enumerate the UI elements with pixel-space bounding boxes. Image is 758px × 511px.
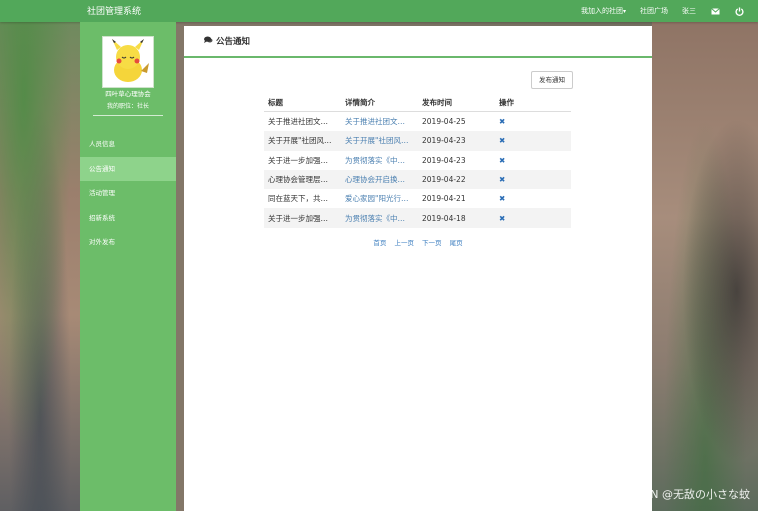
sidebar: 四叶草心理协会 我的职位：社长 人员信息 公告通知 活动管理 招新系统 对外发布 [80,22,176,511]
delete-icon[interactable]: ✖ [495,208,571,228]
delete-icon[interactable]: ✖ [495,131,571,151]
comments-icon [204,36,213,46]
notice-date: 2019-04-21 [422,194,466,204]
pager-first[interactable]: 首页 [373,239,386,247]
table-row: 关于进一步加强… 为贯彻落实《中… 2019-04-18 ✖ [264,208,571,228]
publish-notice-button[interactable]: 发布通知 [531,71,573,89]
notice-title: 关于进一步加强… [268,155,328,165]
pager-prev[interactable]: 上一页 [394,239,414,247]
top-nav: 我加入的社团▾ 社团广场 张三 [581,0,758,22]
background-right [652,22,758,511]
notice-date: 2019-04-25 [422,117,466,127]
notice-title: 关于推进社团文… [268,117,328,127]
main-panel: 公告通知 发布通知 标题 详情简介 发布时间 操作 关于推进社团文… 关于推进社… [184,26,652,511]
pager-next[interactable]: 下一页 [422,239,442,247]
watermark: CSDN @无敌の小さな蚊 [627,488,750,501]
sidebar-item-activities[interactable]: 活动管理 [80,181,176,206]
delete-icon[interactable]: ✖ [495,189,571,208]
notices-table: 标题 详情简介 发布时间 操作 关于推进社团文… 关于推进社团文… 2019-0… [264,93,571,228]
power-icon[interactable] [734,6,744,16]
column-header-title: 标题 [264,93,341,112]
notice-intro-link[interactable]: 关于开展"社团风… [341,131,418,151]
my-clubs-label: 我加入的社团 [580,7,623,15]
sidebar-menu: 人员信息 公告通知 活动管理 招新系统 对外发布 [80,132,176,255]
notice-intro-link[interactable]: 心理协会开启换… [341,169,418,190]
brand-title[interactable]: 社团管理系统 [87,4,141,17]
caret-down-icon: ▾ [622,8,626,15]
notice-title: 关于进一步加强… [264,208,341,228]
pagination: 首页 上一页 下一页 尾页 [184,237,652,247]
column-header-date: 发布时间 [418,93,495,112]
divider [93,115,163,116]
notice-title: 心理协会管理层… [264,169,341,190]
column-header-intro: 详情简介 [341,93,418,112]
notice-intro-link[interactable]: 爱心家园"阳光行… [341,189,418,208]
avatar [102,36,154,88]
table-row: 心理协会管理层… 心理协会开启换… 2019-04-22 ✖ [264,169,571,190]
sidebar-item-members[interactable]: 人员信息 [80,132,176,157]
table-row: 关于开展"社团风… 关于开展"社团风… 2019-04-23 ✖ [264,131,571,151]
table-row: 关于进一步加强… 为贯彻落实《中… 2019-04-23 ✖ [264,151,571,170]
background-left [0,22,80,511]
user-name-link[interactable]: 张三 [682,6,696,16]
table-row: 同在蓝天下，共… 爱心家园"阳光行… 2019-04-21 ✖ [264,189,571,208]
notice-date: 2019-04-23 [418,131,495,151]
table-row: 关于推进社团文… 关于推进社团文… 2019-04-25 ✖ [264,112,571,132]
notice-intro-link[interactable]: 关于推进社团文… [341,112,418,132]
top-navbar: 社团管理系统 我加入的社团▾ 社团广场 张三 [0,0,758,22]
user-role: 我的职位：社长 [106,103,149,110]
delete-icon[interactable]: ✖ [495,169,571,190]
page-title: 公告通知 [216,37,251,47]
notice-date: 2019-04-23 [422,155,466,165]
notice-title: 同在蓝天下，共… [268,194,328,204]
club-square-link[interactable]: 社团广场 [640,6,668,16]
notice-intro-link[interactable]: 为贯彻落实《中… [341,208,418,228]
table-header-row: 标题 详情简介 发布时间 操作 [264,93,571,112]
sidebar-item-recruitment[interactable]: 招新系统 [80,206,176,231]
pager-last[interactable]: 尾页 [450,239,463,247]
org-name: 四叶草心理协会 [105,90,151,98]
sidebar-item-publish[interactable]: 对外发布 [80,230,176,255]
my-clubs-dropdown[interactable]: 我加入的社团▾ [581,6,626,16]
notice-title: 关于开展"社团风… [264,131,341,151]
notice-date: 2019-04-18 [418,208,495,228]
notice-intro-link[interactable]: 为贯彻落实《中… [341,151,418,170]
delete-icon[interactable]: ✖ [495,112,571,132]
delete-icon[interactable]: ✖ [495,151,571,170]
panel-header: 公告通知 [184,26,652,58]
envelope-icon[interactable] [710,6,720,16]
sidebar-item-notices[interactable]: 公告通知 [80,156,176,181]
notice-date: 2019-04-22 [418,169,495,190]
column-header-action: 操作 [495,93,571,112]
